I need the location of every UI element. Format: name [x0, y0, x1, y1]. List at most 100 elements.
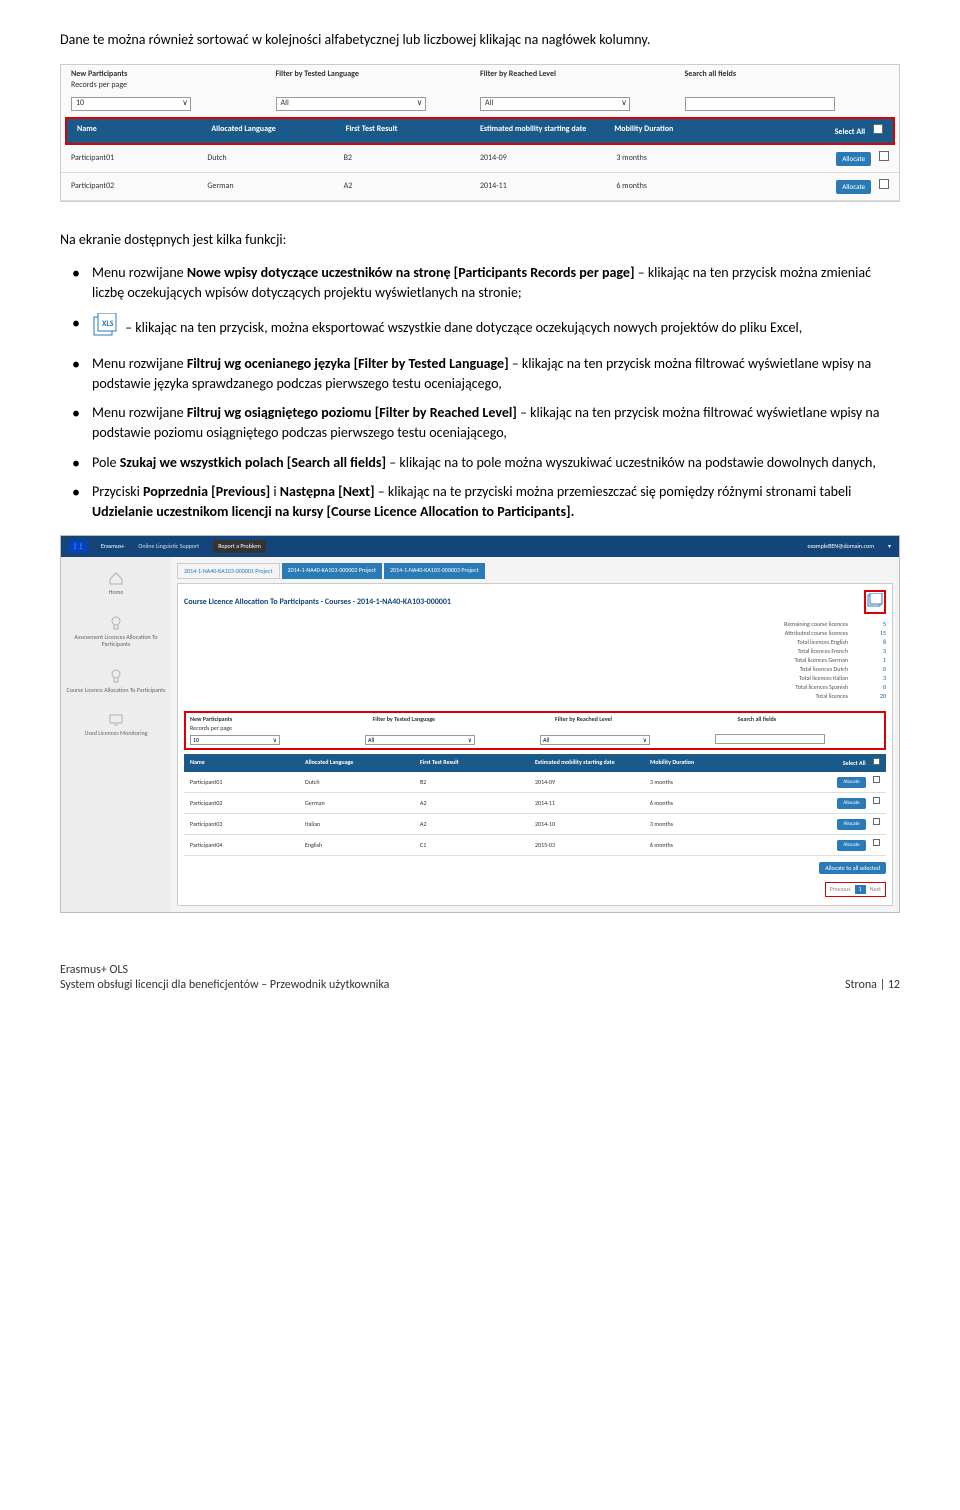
allocate-all-button[interactable]: Allocate to all selected — [819, 862, 886, 874]
sidebar-item-used[interactable]: Used Licences Monitoring — [65, 708, 167, 737]
list-item: Menu rozwijane Filtruj wg osiągniętego p… — [72, 403, 900, 442]
screen-icon — [109, 714, 123, 726]
row-checkbox[interactable] — [873, 839, 880, 846]
search-input[interactable] — [685, 97, 835, 111]
reached-select[interactable]: All∨ — [480, 97, 630, 111]
intro-paragraph: Dane te można również sortować w kolejno… — [60, 30, 900, 50]
cell-name: Participant01 — [71, 153, 207, 164]
allocate-button[interactable]: Allocate — [837, 819, 865, 830]
cell-lang: German — [207, 181, 343, 192]
col-result[interactable]: First Test Result — [420, 758, 535, 767]
table-header-row[interactable]: Name Allocated Language First Test Resul… — [67, 119, 893, 143]
table-row: Participant01DutchB22014-093 months Allo… — [184, 772, 886, 793]
records-per-page-label: Records per page — [71, 80, 276, 91]
list-item: XLS – klikając na ten przycisk, można ek… — [72, 313, 900, 345]
row-checkbox[interactable] — [873, 776, 880, 783]
table-header[interactable]: Name Allocated Language First Test Resul… — [184, 754, 886, 771]
app-topbar: ⋮⋮ Erasmus+ Online Linguistic Support Re… — [61, 536, 899, 556]
cell-result: B2 — [344, 153, 480, 164]
excel-icon: XLS — [92, 313, 118, 345]
tested-label: Filter by Tested Language — [373, 715, 516, 732]
list-item: Menu rozwijane Filtruj wg ocenianego jęz… — [72, 354, 900, 393]
page-number[interactable]: 1 — [855, 885, 866, 893]
user-dropdown-icon[interactable]: ▾ — [888, 542, 891, 550]
select-all-checkbox[interactable] — [873, 758, 880, 765]
allocate-button[interactable]: Allocate — [837, 798, 865, 809]
sidebar: Home Assessment Licences Allocation To P… — [61, 557, 171, 912]
col-duration[interactable]: Mobility Duration — [650, 758, 765, 767]
licence-stats: Remaining course licences5 Attributed co… — [184, 620, 886, 701]
col-select-all[interactable]: Select All — [749, 124, 883, 138]
panel: Course Licence Allocation To Participant… — [177, 583, 893, 906]
home-icon — [108, 571, 124, 585]
col-lang[interactable]: Allocated Language — [305, 758, 420, 767]
footer-line2: System obsługi licencji dla beneficjentó… — [60, 978, 389, 994]
sidebar-item-course[interactable]: Course Licence Allocation To Participant… — [65, 663, 167, 694]
col-duration[interactable]: Mobility Duration — [614, 124, 748, 138]
tab-project-3[interactable]: 2014-1-NA40-KA103-000003 Project — [384, 563, 485, 579]
row-checkbox[interactable] — [879, 179, 889, 189]
records-label: Records per page — [190, 724, 333, 732]
reached-select[interactable]: All∨ — [540, 735, 650, 745]
col-select-all[interactable]: Select All — [765, 758, 880, 767]
header-row-highlight: Name Allocated Language First Test Resul… — [65, 117, 895, 145]
trophy-icon — [109, 616, 123, 630]
trophy-icon — [109, 669, 123, 683]
cell-lang: Dutch — [207, 153, 343, 164]
row-checkbox[interactable] — [873, 797, 880, 804]
col-result[interactable]: First Test Result — [346, 124, 480, 138]
col-lang[interactable]: Allocated Language — [211, 124, 345, 138]
table-row: Participant01 Dutch B2 2014-09 3 months … — [61, 145, 899, 173]
new-participants-label: New Participants — [71, 69, 276, 80]
cell-duration: 6 months — [616, 181, 752, 192]
panel-title: Course Licence Allocation To Participant… — [184, 597, 451, 608]
pager-highlight: Previous 1 Next — [825, 882, 886, 896]
allocate-button[interactable]: Allocate — [836, 152, 871, 166]
cell-date: 2014-09 — [480, 153, 616, 164]
tested-lang-label: Filter by Tested Language — [276, 69, 481, 91]
excel-icon[interactable] — [867, 593, 883, 607]
records-select[interactable]: 10∨ — [190, 735, 280, 745]
col-name[interactable]: Name — [77, 124, 211, 138]
tab-project-1[interactable]: 2014-1-NA40-KA103-000001 Project — [177, 563, 280, 579]
report-problem-button[interactable]: Report a Problem — [213, 540, 266, 552]
table-row: Participant02GermanA22014-116 months All… — [184, 793, 886, 814]
svg-text:XLS: XLS — [102, 319, 114, 329]
footer-line1: Erasmus+ OLS — [60, 963, 389, 979]
next-button[interactable]: Next — [870, 885, 881, 893]
records-select[interactable]: 10∨ — [71, 97, 191, 111]
row-checkbox[interactable] — [873, 818, 880, 825]
col-name[interactable]: Name — [190, 758, 305, 767]
sidebar-item-home[interactable]: Home — [65, 565, 167, 596]
row-checkbox[interactable] — [879, 151, 889, 161]
ols-label: Online Linguistic Support — [138, 542, 199, 550]
allocate-button[interactable]: Allocate — [837, 840, 865, 851]
tested-select[interactable]: All∨ — [365, 735, 475, 745]
prev-button[interactable]: Previous — [830, 885, 851, 893]
list-item: Pole Szukaj we wszystkich polach [Search… — [72, 453, 900, 473]
main-content: 2014-1-NA40-KA103-000001 Project 2014-1-… — [171, 557, 899, 912]
col-date[interactable]: Estimated mobility starting date — [535, 758, 650, 767]
tested-select[interactable]: All∨ — [276, 97, 426, 111]
table-row: Participant02 German A2 2014-11 6 months… — [61, 173, 899, 201]
cell-result: A2 — [344, 181, 480, 192]
excel-export-highlight — [864, 590, 886, 614]
filters-highlight: New Participants Records per page Filter… — [184, 711, 886, 750]
table-row: Participant04EnglishC12015-036 months Al… — [184, 835, 886, 856]
page-footer: Erasmus+ OLS System obsługi licencji dla… — [60, 963, 900, 994]
cell-duration: 3 months — [616, 153, 752, 164]
search-input[interactable] — [715, 734, 825, 744]
allocate-button[interactable]: Allocate — [836, 180, 871, 194]
search-all-label: Search all fields — [685, 69, 890, 91]
allocate-button[interactable]: Allocate — [837, 777, 865, 788]
sidebar-item-assessment[interactable]: Assessment Licences Allocation To Partic… — [65, 610, 167, 649]
search-label: Search all fields — [738, 715, 881, 732]
tab-project-2[interactable]: 2014-1-NA40-KA103-000002 Project — [282, 563, 383, 579]
eu-flag-icon: ⋮⋮ — [69, 541, 87, 551]
col-date[interactable]: Estimated mobility starting date — [480, 124, 614, 138]
user-email[interactable]: exampleBEN@domain.com — [808, 542, 874, 550]
list-item: Przyciski Poprzednia [Previous] i Następ… — [72, 482, 900, 521]
select-all-checkbox[interactable] — [873, 124, 883, 134]
table-row: Participant03ItalianA22014-103 months Al… — [184, 814, 886, 835]
new-participants-label: New Participants — [190, 715, 333, 723]
